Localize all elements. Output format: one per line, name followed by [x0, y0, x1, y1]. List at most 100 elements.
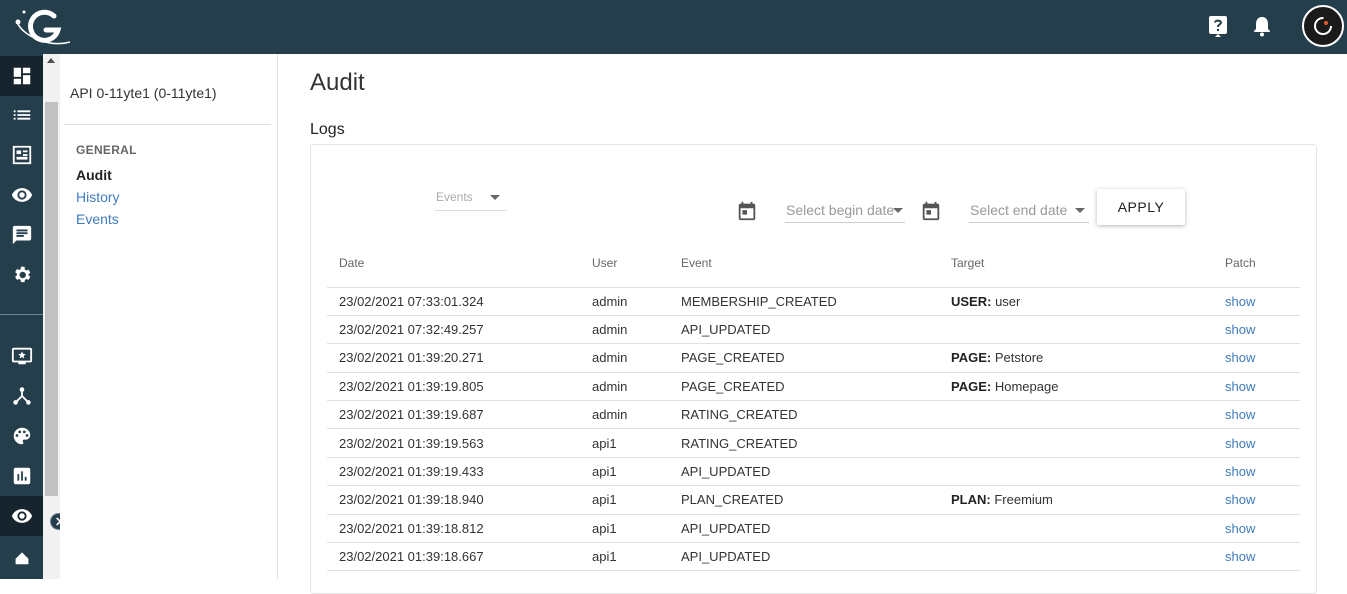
dashboard-icon[interactable]	[0, 56, 43, 96]
gear-icon[interactable]	[0, 255, 43, 295]
cell-date: 23/02/2021 01:39:19.805	[327, 372, 580, 402]
list-icon[interactable]	[0, 95, 43, 135]
cell-target	[939, 457, 1213, 487]
cell-event: API_UPDATED	[669, 457, 939, 487]
target-type: PLAN:	[951, 492, 991, 508]
cell-user: api1	[580, 514, 669, 544]
cell-user: api1	[580, 457, 669, 487]
cell-target: PAGE: Homepage	[939, 372, 1213, 402]
calendar-icon[interactable]	[920, 200, 942, 222]
cell-event: RATING_CREATED	[669, 400, 939, 430]
nav-link-events[interactable]: Events	[76, 211, 119, 227]
divider	[64, 124, 271, 125]
show-patch-link[interactable]: show	[1225, 350, 1255, 365]
api-subnav: API 0-11yte1 (0-11yte1) GENERAL Audit Hi…	[60, 54, 278, 579]
table-row: 23/02/2021 01:39:19.563 api1 RATING_CREATE…	[327, 428, 1300, 458]
top-bar	[0, 0, 1347, 54]
scrollbar-thumb[interactable]	[45, 102, 58, 496]
scroll-up-icon[interactable]	[47, 58, 55, 63]
palette-icon[interactable]	[0, 416, 43, 456]
cell-user: admin	[580, 315, 669, 345]
cell-date: 23/02/2021 01:39:18.940	[327, 485, 580, 515]
nav-link-audit[interactable]: Audit	[76, 167, 112, 183]
cell-event: API_UPDATED	[669, 315, 939, 345]
show-patch-link[interactable]: show	[1225, 492, 1255, 507]
cell-user: admin	[580, 372, 669, 402]
show-patch-link[interactable]: show	[1225, 436, 1255, 451]
user-avatar[interactable]	[1302, 5, 1344, 47]
cell-user: api1	[580, 428, 669, 458]
show-patch-link[interactable]: show	[1225, 379, 1255, 394]
calendar-icon[interactable]	[736, 200, 758, 222]
api-name: API 0-11yte1 (0-11yte1)	[70, 85, 217, 101]
cell-patch: show	[1213, 343, 1300, 373]
cell-event: PLAN_CREATED	[669, 485, 939, 515]
begin-date-input[interactable]: Select begin date	[785, 197, 905, 223]
cell-patch: show	[1213, 372, 1300, 402]
cell-date: 23/02/2021 07:33:01.324	[327, 287, 580, 316]
events-select[interactable]: Events	[435, 187, 507, 211]
table-row: 23/02/2021 01:39:19.805 admin PAGE_CREATED…	[327, 372, 1300, 402]
apply-button[interactable]: APPLY	[1097, 189, 1185, 225]
cell-patch: show	[1213, 400, 1300, 430]
rail-scrollbar[interactable]	[43, 54, 60, 579]
cell-date: 23/02/2021 07:32:49.257	[327, 315, 580, 345]
cell-target: USER: user	[939, 287, 1213, 316]
cell-patch: show	[1213, 287, 1300, 316]
cell-date: 23/02/2021 01:39:18.667	[327, 542, 580, 572]
table-row: 23/02/2021 01:39:18.812 api1 API_UPDATED s…	[327, 514, 1300, 544]
show-patch-link[interactable]: show	[1225, 549, 1255, 564]
cell-user: admin	[580, 400, 669, 430]
column-header-event[interactable]: Event	[669, 239, 939, 288]
end-date-input[interactable]: Select end date	[969, 197, 1089, 223]
cell-date: 23/02/2021 01:39:19.687	[327, 400, 580, 430]
begin-date-placeholder: Select begin date	[786, 202, 895, 218]
catalog-icon[interactable]	[0, 135, 43, 175]
cell-target	[939, 542, 1213, 572]
eye-icon[interactable]	[0, 175, 43, 215]
logs-card: Events Select begin date Select end date…	[310, 144, 1317, 594]
cell-date: 23/02/2021 01:39:18.812	[327, 514, 580, 544]
left-rail	[0, 54, 67, 579]
eye-icon[interactable]	[0, 496, 43, 536]
column-header-date[interactable]: Date	[327, 239, 580, 288]
bell-icon[interactable]	[1250, 14, 1274, 38]
rail-divider	[0, 314, 43, 315]
nav-link-history[interactable]: History	[76, 189, 120, 205]
show-patch-link[interactable]: show	[1225, 294, 1255, 309]
cell-user: admin	[580, 343, 669, 373]
end-date-placeholder: Select end date	[970, 202, 1068, 218]
column-header-target[interactable]: Target	[939, 239, 1213, 288]
home-icon[interactable]	[0, 536, 43, 576]
gravitee-logo-icon[interactable]	[14, 6, 74, 48]
analytics-icon[interactable]	[0, 456, 43, 496]
target-type: PAGE:	[951, 350, 992, 366]
show-patch-link[interactable]: show	[1225, 322, 1255, 337]
cell-target: PAGE: Petstore	[939, 343, 1213, 373]
cell-event: API_UPDATED	[669, 514, 939, 544]
table-header-row: Date User Event Target Patch	[327, 239, 1300, 288]
column-header-patch: Patch	[1213, 239, 1300, 288]
section-title-general: GENERAL	[76, 143, 137, 157]
show-patch-link[interactable]: show	[1225, 407, 1255, 422]
target-name: Homepage	[994, 378, 1059, 394]
hierarchy-icon[interactable]	[0, 376, 43, 416]
cell-event: RATING_CREATED	[669, 428, 939, 458]
cell-patch: show	[1213, 485, 1300, 515]
portal-icon[interactable]	[0, 336, 43, 376]
cell-event: API_UPDATED	[669, 542, 939, 572]
target-name: Freemium	[994, 492, 1053, 508]
cell-target	[939, 315, 1213, 345]
target-name: Petstore	[994, 350, 1044, 366]
column-header-user[interactable]: User	[580, 239, 669, 288]
help-icon[interactable]	[1206, 14, 1230, 38]
cell-patch: show	[1213, 514, 1300, 544]
cell-patch: show	[1213, 457, 1300, 487]
show-patch-link[interactable]: show	[1225, 464, 1255, 479]
cell-patch: show	[1213, 428, 1300, 458]
cell-event: PAGE_CREATED	[669, 343, 939, 373]
show-patch-link[interactable]: show	[1225, 521, 1255, 536]
cell-event: MEMBERSHIP_CREATED	[669, 287, 939, 316]
cell-user: api1	[580, 485, 669, 515]
message-icon[interactable]	[0, 215, 43, 255]
